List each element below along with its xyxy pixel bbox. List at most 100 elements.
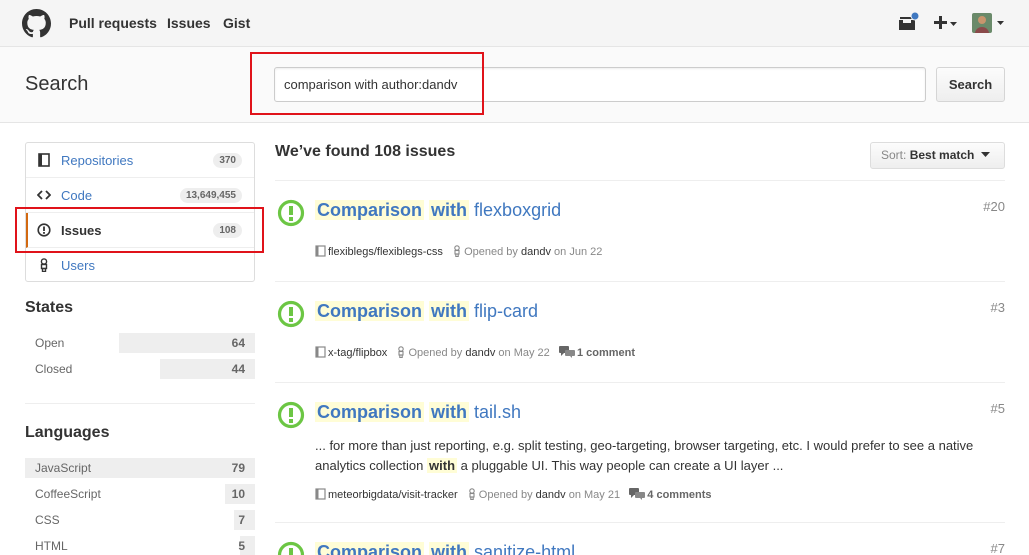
comments-count: 4 <box>647 489 654 501</box>
author-link[interactable]: dandv <box>465 347 495 359</box>
filter-language-html[interactable]: HTML 5 <box>25 536 255 555</box>
person-icon <box>40 258 48 272</box>
filter-language-css[interactable]: CSS 7 <box>25 510 255 530</box>
repo-link[interactable]: x-tag/flipbox <box>328 347 387 359</box>
comments-count: 1 <box>576 347 584 359</box>
results-divider <box>275 522 1005 523</box>
filter-label: JavaScript <box>35 461 92 475</box>
issue-number: #3 <box>990 300 1005 315</box>
issue-body-snippet: ... for more than just reporting, e.g. s… <box>315 436 1005 476</box>
snippet-line: ... for more than just reporting, e.g. s… <box>315 438 974 453</box>
issue-opened-icon <box>277 541 305 555</box>
results-count-heading: We’ve found 108 issues <box>275 143 456 160</box>
highlight-term: Comparison <box>315 542 425 555</box>
filter-count: 79 <box>231 461 245 475</box>
person-icon <box>454 245 460 257</box>
nav-gist[interactable]: Gist <box>223 15 250 31</box>
nav-issues[interactable]: Issues <box>167 15 211 31</box>
comments-link[interactable]: 1 comment <box>558 346 636 359</box>
filter-count: 64 <box>231 336 245 350</box>
repo-link[interactable]: flexiblegs/flexiblegs-css <box>328 246 443 258</box>
states-heading: States <box>25 299 74 316</box>
repo-icon <box>38 153 50 167</box>
snippet-text: analytics collection <box>315 458 424 473</box>
issue-title-text: flexboxgrid <box>474 200 562 220</box>
search-type-menu: Repositories 370 Code 13,649,455 Issues … <box>25 142 255 282</box>
filter-label: Open <box>35 336 65 350</box>
menu-item-users[interactable]: Users <box>26 248 254 283</box>
snippet-text: a pluggable UI. This way people can crea… <box>460 458 784 473</box>
issue-title-link[interactable]: Comparison with sanitize-html <box>315 542 575 555</box>
issue-opened-icon <box>277 401 305 429</box>
results-divider <box>275 180 1005 181</box>
repo-icon <box>315 346 326 358</box>
issue-result: Comparison with tail.sh #5 ... for more … <box>275 401 1005 511</box>
notifications-icon[interactable] <box>897 12 921 34</box>
filter-language-coffeescript[interactable]: CoffeeScript 10 <box>25 484 255 504</box>
create-new-plus-icon[interactable] <box>932 13 958 33</box>
highlight-term: with <box>429 542 470 555</box>
filter-count: 44 <box>231 362 245 376</box>
issue-title-link[interactable]: Comparison with tail.sh <box>315 402 521 423</box>
issue-meta: meteorbigdata/visit-tracker Opened by da… <box>315 488 711 501</box>
count-badge: 108 <box>213 223 242 238</box>
issue-title-link[interactable]: Comparison with flip-card <box>315 301 538 322</box>
comments-word: comment <box>586 347 636 359</box>
issue-opened-icon <box>277 300 305 328</box>
highlight-term: Comparison <box>315 402 425 422</box>
snippet-line: analytics collection with a pluggable UI… <box>315 456 1005 476</box>
menu-item-label: Issues <box>61 223 102 238</box>
filter-label: CSS <box>35 513 60 527</box>
search-button[interactable]: Search <box>936 67 1005 102</box>
repo-icon <box>315 488 326 500</box>
highlight-term: with <box>429 402 470 422</box>
filter-label: CoffeeScript <box>35 487 101 501</box>
issue-title-link[interactable]: Comparison with flexboxgrid <box>315 200 561 221</box>
issue-result: Comparison with flip-card #3 x-tag/flipb… <box>275 300 1005 370</box>
issue-number: #7 <box>990 541 1005 555</box>
menu-item-code[interactable]: Code 13,649,455 <box>26 178 254 213</box>
count-badge: 370 <box>213 153 242 168</box>
issue-opened-icon <box>37 223 51 237</box>
results-divider <box>275 382 1005 383</box>
sort-dropdown[interactable]: Sort: Best match <box>870 142 1005 169</box>
issue-title-text: tail.sh <box>474 402 522 422</box>
filter-state-open[interactable]: Open 64 <box>25 333 255 353</box>
person-icon <box>398 346 405 358</box>
filter-count: 10 <box>231 487 245 501</box>
comment-discussion-icon <box>629 488 646 500</box>
comments-link[interactable]: 4 comments <box>629 488 712 501</box>
issue-result: Comparison with sanitize-html #7 <box>275 541 1005 555</box>
filter-language-javascript[interactable]: JavaScript 79 <box>25 458 255 478</box>
author-link[interactable]: dandv <box>521 246 551 258</box>
menu-item-repositories[interactable]: Repositories 370 <box>26 143 254 178</box>
count-badge: 13,649,455 <box>179 188 242 203</box>
filter-state-closed[interactable]: Closed 44 <box>25 359 255 379</box>
avatar-dropdown-icon[interactable] <box>971 12 1007 34</box>
issue-number: #5 <box>990 401 1005 416</box>
github-logo-icon[interactable] <box>22 9 51 38</box>
repo-link[interactable]: meteorbigdata/visit-tracker <box>328 489 458 501</box>
languages-heading: Languages <box>25 424 110 441</box>
sidebar-divider <box>25 403 255 404</box>
opened-by-label: Opened by <box>408 347 463 359</box>
author-link[interactable]: dandv <box>536 489 566 501</box>
highlight-term: Comparison <box>315 301 425 321</box>
menu-item-issues[interactable]: Issues 108 <box>26 213 254 248</box>
comments-word: comments <box>656 489 712 501</box>
opened-by-label: Opened by <box>464 246 518 258</box>
code-icon <box>37 190 51 200</box>
page-title: Search <box>25 73 89 95</box>
issue-date: on Jun 22 <box>554 246 603 258</box>
search-input[interactable]: comparison with author:dandv <box>274 67 926 102</box>
highlight-term: with <box>429 200 470 220</box>
filter-label: HTML <box>35 539 68 553</box>
filter-count: 7 <box>238 513 245 527</box>
issue-date: on May 21 <box>568 489 621 501</box>
menu-item-label: Code <box>61 188 93 203</box>
issue-date: on May 22 <box>498 347 550 359</box>
menu-item-label: Repositories <box>61 153 134 168</box>
issue-opened-icon <box>277 199 305 227</box>
highlight-term: Comparison <box>315 200 425 220</box>
nav-pull-requests[interactable]: Pull requests <box>69 15 157 31</box>
